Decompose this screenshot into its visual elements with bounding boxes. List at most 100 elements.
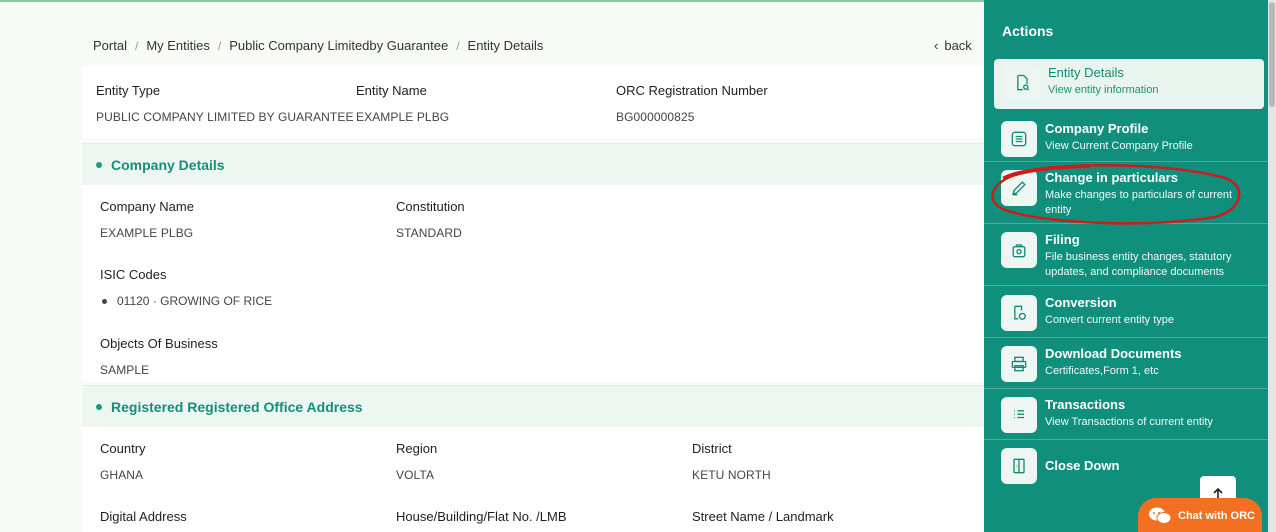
action-text: Conversion Convert current entity type	[1045, 295, 1241, 328]
entity-type-field: Entity Type PUBLIC COMPANY LIMITED BY GU…	[96, 83, 354, 124]
breadcrumb: Portal / My Entities / Public Company Li…	[93, 38, 543, 53]
action-text: Change in particulars Make changes to pa…	[1045, 170, 1241, 216]
action-title: Filing	[1045, 232, 1080, 247]
chevron-left-icon: ‹	[934, 38, 939, 53]
house-number-field: House/Building/Flat No. /LMB	[396, 509, 567, 524]
registered-address-header[interactable]: Registered Registered Office Address	[82, 385, 984, 427]
action-text: Company Profile View Current Company Pro…	[1045, 121, 1241, 154]
back-label: back	[944, 38, 972, 53]
action-subtitle: Convert current entity type	[1045, 314, 1175, 326]
action-title: Change in particulars	[1045, 170, 1178, 185]
bullet-dot-icon	[96, 403, 102, 410]
street-name-label: Street Name / Landmark	[692, 509, 834, 524]
action-entity-details[interactable]: Entity Details View entity information	[994, 59, 1264, 109]
objects-of-business-label: Objects Of Business	[100, 336, 218, 351]
isic-code-value: 01120 · GROWING OF RICE	[117, 294, 273, 308]
chat-label: Chat with ORC	[1178, 510, 1255, 522]
street-name-field: Street Name / Landmark	[692, 509, 834, 524]
action-text: Transactions View Transactions of curren…	[1045, 397, 1241, 430]
region-label: Region	[396, 441, 438, 456]
action-company-profile[interactable]: Company Profile View Current Company Pro…	[984, 112, 1272, 162]
breadcrumb-my-entities[interactable]: My Entities	[146, 38, 210, 53]
entity-type-label: Entity Type	[96, 83, 161, 98]
chat-with-orc-button[interactable]: Chat with ORC	[1138, 498, 1262, 532]
isic-codes-field: ISIC Codes 01120 · GROWING OF RICE	[100, 267, 272, 308]
company-name-field: Company Name EXAMPLE PLBG	[100, 199, 194, 240]
action-text: Download Documents Certificates,Form 1, …	[1045, 346, 1241, 379]
breadcrumb-separator: /	[217, 38, 222, 53]
action-title: Download Documents	[1045, 346, 1182, 361]
district-value: KETU NORTH	[692, 468, 771, 482]
action-title: Close Down	[1045, 458, 1120, 473]
orc-number-label: ORC Registration Number	[616, 83, 768, 98]
action-subtitle: View entity information	[1048, 84, 1159, 96]
company-details-title: Company Details	[111, 156, 225, 173]
country-label: Country	[100, 441, 146, 456]
list-icon	[1001, 397, 1037, 433]
wechat-icon	[1149, 507, 1172, 524]
region-value: VOLTA	[396, 468, 435, 482]
action-text: Entity Details View entity information	[1048, 65, 1244, 98]
entity-name-field: Entity Name EXAMPLE PLBG	[356, 83, 449, 124]
document-search-icon	[1004, 65, 1040, 101]
action-subtitle: Certificates,Form 1, etc	[1045, 365, 1159, 377]
isic-codes-label: ISIC Codes	[100, 267, 167, 282]
action-download-documents[interactable]: Download Documents Certificates,Form 1, …	[984, 338, 1272, 389]
registered-address-title: Registered Registered Office Address	[111, 398, 363, 415]
breadcrumb-entity-type[interactable]: Public Company Limitedby Guarantee	[229, 38, 448, 53]
action-subtitle: View Current Company Profile	[1045, 140, 1193, 152]
convert-icon	[1001, 295, 1037, 331]
orc-number-value: BG000000825	[616, 110, 695, 124]
breadcrumb-separator: /	[134, 38, 139, 53]
entity-summary-card: Entity Type PUBLIC COMPANY LIMITED BY GU…	[82, 66, 984, 138]
objects-of-business-value: SAMPLE	[100, 363, 150, 377]
digital-address-label: Digital Address	[100, 509, 187, 524]
digital-address-field: Digital Address	[100, 509, 187, 524]
exit-door-icon	[1001, 448, 1037, 484]
pencil-icon	[1001, 170, 1037, 206]
dollar-bag-icon	[1001, 232, 1037, 268]
action-change-in-particulars[interactable]: Change in particulars Make changes to pa…	[984, 162, 1272, 224]
company-name-label: Company Name	[100, 199, 194, 214]
district-field: District KETU NORTH	[692, 441, 771, 482]
action-subtitle: View Transactions of current entity	[1045, 416, 1213, 428]
breadcrumb-separator: /	[456, 38, 460, 53]
country-field: Country GHANA	[100, 441, 146, 482]
objects-of-business-field: Objects Of Business SAMPLE	[100, 336, 218, 377]
back-link[interactable]: ‹ back	[934, 38, 972, 53]
sidebar-title: Actions	[1002, 23, 1054, 39]
printer-icon	[1001, 346, 1037, 382]
region-field: Region VOLTA	[396, 441, 437, 482]
breadcrumb-portal[interactable]: Portal	[93, 38, 127, 53]
scrollbar[interactable]	[1268, 0, 1276, 532]
action-subtitle: Make changes to particulars of current e…	[1045, 189, 1233, 216]
action-title: Entity Details	[1048, 65, 1124, 80]
breadcrumb-current: Entity Details	[467, 38, 544, 53]
bullet-dot-icon	[96, 161, 102, 168]
list-card-icon	[1001, 121, 1037, 157]
constitution-label: Constitution	[396, 199, 465, 214]
company-details-card: Company Name EXAMPLE PLBG Constitution S…	[82, 185, 984, 383]
company-details-header[interactable]: Company Details	[82, 143, 984, 185]
isic-list-item: 01120 · GROWING OF RICE	[100, 294, 272, 308]
constitution-value: STANDARD	[396, 226, 462, 240]
country-value: GHANA	[100, 468, 144, 482]
entity-name-value: EXAMPLE PLBG	[356, 110, 450, 124]
action-text: Close Down	[1045, 448, 1119, 473]
house-number-label: House/Building/Flat No. /LMB	[396, 509, 567, 524]
action-filing[interactable]: Filing File business entity changes, sta…	[984, 224, 1272, 286]
district-label: District	[692, 441, 732, 456]
entity-name-label: Entity Name	[356, 83, 427, 98]
actions-sidebar: Actions Entity Details View entity infor…	[984, 0, 1276, 532]
company-name-value: EXAMPLE PLBG	[100, 226, 194, 240]
orc-number-field: ORC Registration Number BG000000825	[616, 83, 768, 124]
scrollbar-thumb[interactable]	[1269, 2, 1275, 107]
bullet-icon	[102, 298, 107, 304]
action-conversion[interactable]: Conversion Convert current entity type	[984, 286, 1272, 338]
entity-type-value: PUBLIC COMPANY LIMITED BY GUARANTEE	[96, 110, 354, 124]
registered-address-card: Country GHANA Region VOLTA District KETU…	[82, 427, 984, 532]
action-title: Conversion	[1045, 295, 1117, 310]
action-title: Company Profile	[1045, 121, 1149, 136]
action-transactions[interactable]: Transactions View Transactions of curren…	[984, 389, 1272, 440]
action-subtitle: File business entity changes, statutory …	[1045, 251, 1232, 278]
